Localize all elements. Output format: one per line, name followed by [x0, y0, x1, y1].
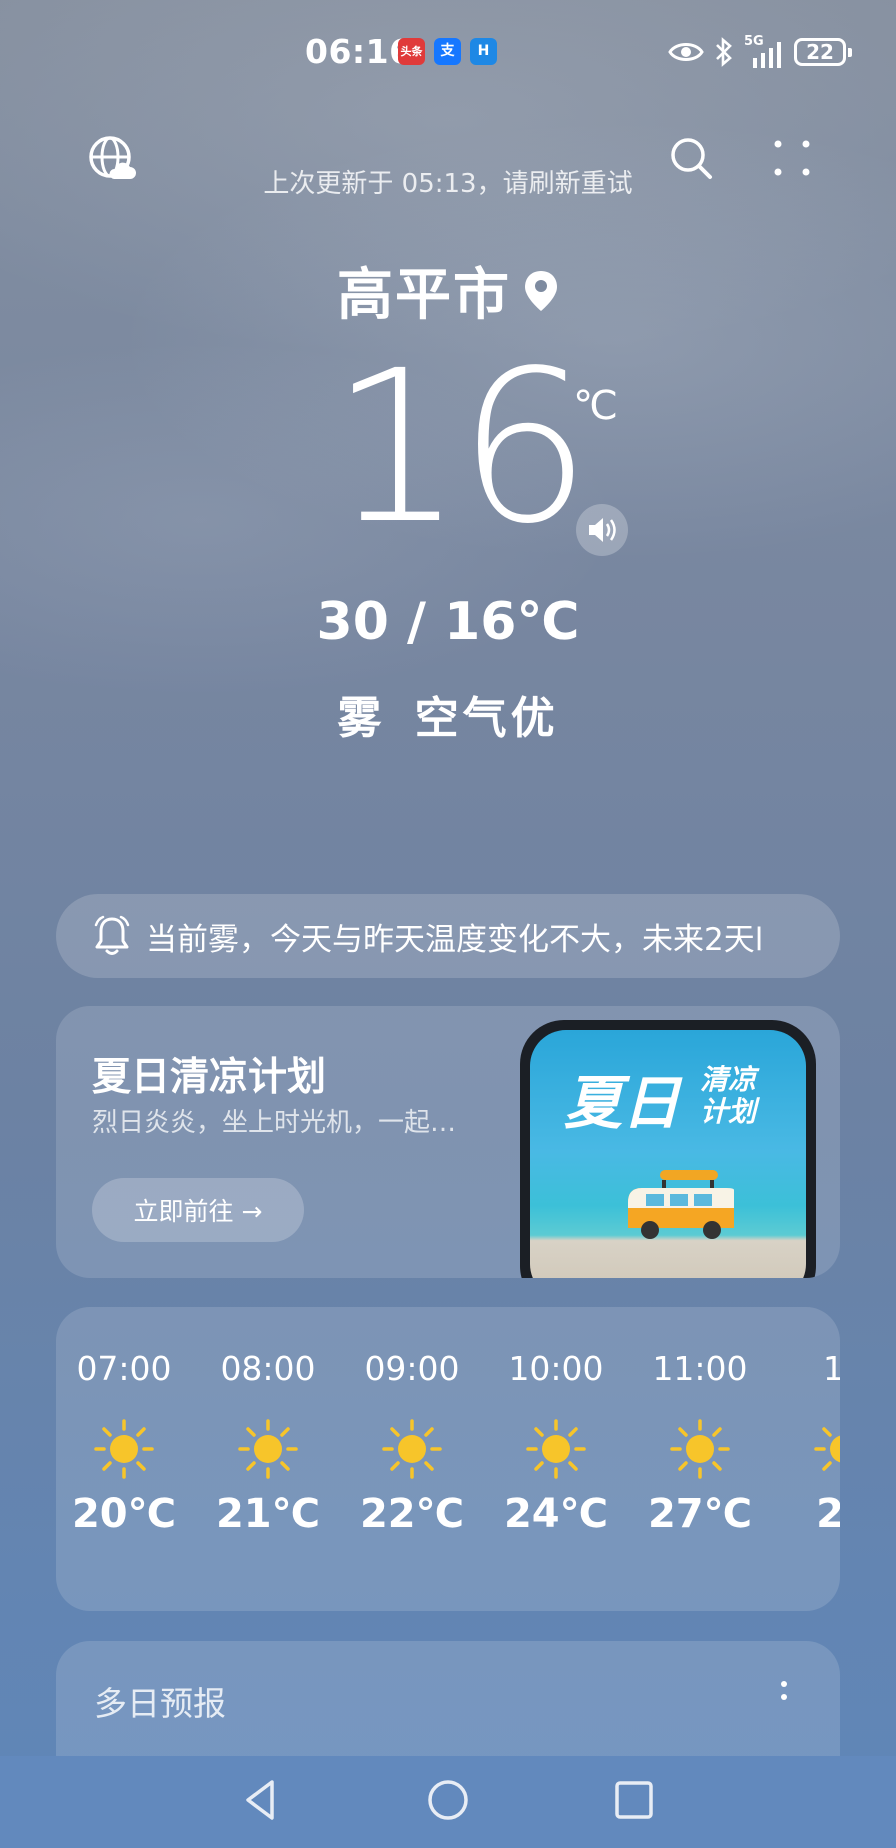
hourly-item[interactable]: 09:00 22℃: [352, 1307, 472, 1611]
hourly-item[interactable]: 08:00 21℃: [208, 1307, 328, 1611]
status-icons: 5G 22: [668, 34, 852, 70]
back-nav-icon[interactable]: [236, 1774, 288, 1826]
alipay-app-icon: 支: [434, 38, 461, 65]
hour-temp: 22℃: [359, 1491, 465, 1537]
home-nav-icon[interactable]: [422, 1774, 474, 1826]
sun-icon: [526, 1419, 586, 1479]
temperature-unit: ℃: [573, 383, 618, 429]
hour-temp: 27℃: [647, 1491, 753, 1537]
hour-temp: 21℃: [215, 1491, 321, 1537]
temperature-range: 30 / 16℃: [316, 592, 580, 652]
speaker-icon: [589, 518, 616, 542]
status-time: 06:16: [305, 32, 413, 71]
battery-indicator: 22: [794, 38, 852, 66]
forecast-more-icon[interactable]: [778, 1679, 790, 1715]
recents-nav-icon[interactable]: [608, 1774, 660, 1826]
promo-image-logo-sub: 清凉 计划: [700, 1064, 756, 1128]
forecast-title: 多日预报: [94, 1684, 226, 1723]
promo-image-logo-main: 夏日: [564, 1069, 681, 1137]
toutiao-app-icon: 头条: [398, 38, 425, 65]
promo-subtitle: 烈日炎炎，坐上时光机，一起…: [92, 1108, 457, 1138]
van-illustration: [628, 1170, 734, 1239]
city-selector[interactable]: 高平市: [0, 250, 896, 331]
hourly-item[interactable]: 10:00 24℃: [496, 1307, 616, 1611]
promo-card[interactable]: 夏日清凉计划 烈日炎炎，坐上时光机，一起… 立即前往 → 夏日 清凉 计划: [56, 1006, 840, 1278]
location-pin-icon: [525, 270, 557, 311]
signal-icon: 5G: [744, 34, 784, 68]
alert-text: 当前雾，今天与昨天温度变化不大，未来2天l: [146, 921, 764, 958]
hourly-item[interactable]: 11:00 27℃: [640, 1307, 760, 1611]
hour-temp: 28: [816, 1491, 840, 1537]
promo-image[interactable]: 夏日 清凉 计划: [520, 1020, 816, 1278]
hour-time: 11:00: [652, 1349, 748, 1388]
sun-icon: [94, 1419, 154, 1479]
status-bar: 06:16 头条 支 H 5G 22: [0, 0, 896, 104]
hour-time: 07:00: [76, 1349, 172, 1388]
sun-icon: [382, 1419, 442, 1479]
city-name: 高平市: [337, 263, 511, 328]
promo-image-logo-line2: 计划: [700, 1095, 757, 1128]
bell-alert-icon: [94, 915, 130, 955]
navigation-bar: [0, 1756, 896, 1848]
hourly-item[interactable]: 12 28: [784, 1307, 840, 1611]
weather-condition[interactable]: 雾 空气优: [0, 682, 896, 746]
hour-time: 10:00: [508, 1349, 604, 1388]
sun-icon: [670, 1419, 730, 1479]
sun-icon: [238, 1419, 298, 1479]
search-icon[interactable]: [668, 135, 716, 183]
promo-image-logo-line1: 清凉: [700, 1063, 757, 1096]
bluetooth-icon: [716, 37, 732, 67]
weather-alert-bar[interactable]: 当前雾，今天与昨天温度变化不大，未来2天l: [56, 894, 840, 978]
promo-title: 夏日清凉计划: [92, 1055, 327, 1100]
hour-temp: 20℃: [71, 1491, 177, 1537]
sun-icon: [814, 1427, 840, 1471]
hour-temp: 24℃: [503, 1491, 609, 1537]
voice-broadcast-button[interactable]: [576, 504, 628, 556]
hour-time: 08:00: [220, 1349, 316, 1388]
promo-go-button[interactable]: 立即前往 →: [92, 1178, 304, 1242]
hour-time: 12: [823, 1349, 840, 1388]
hourly-forecast-card[interactable]: 07:00 20℃ 08:00 21℃ 09:00 22℃ 10:00 24℃ …: [56, 1307, 840, 1611]
hourly-item[interactable]: 07:00 20℃: [64, 1307, 184, 1611]
last-update-text: 上次更新于 05:13，请刷新重试: [263, 169, 633, 199]
eye-icon: [668, 43, 704, 61]
current-temperature: 16: [330, 325, 591, 570]
hour-time: 09:00: [364, 1349, 460, 1388]
app-notification-icon: H: [470, 38, 497, 65]
multi-day-forecast-card[interactable]: 多日预报: [56, 1641, 840, 1761]
more-menu-icon[interactable]: [770, 138, 814, 182]
